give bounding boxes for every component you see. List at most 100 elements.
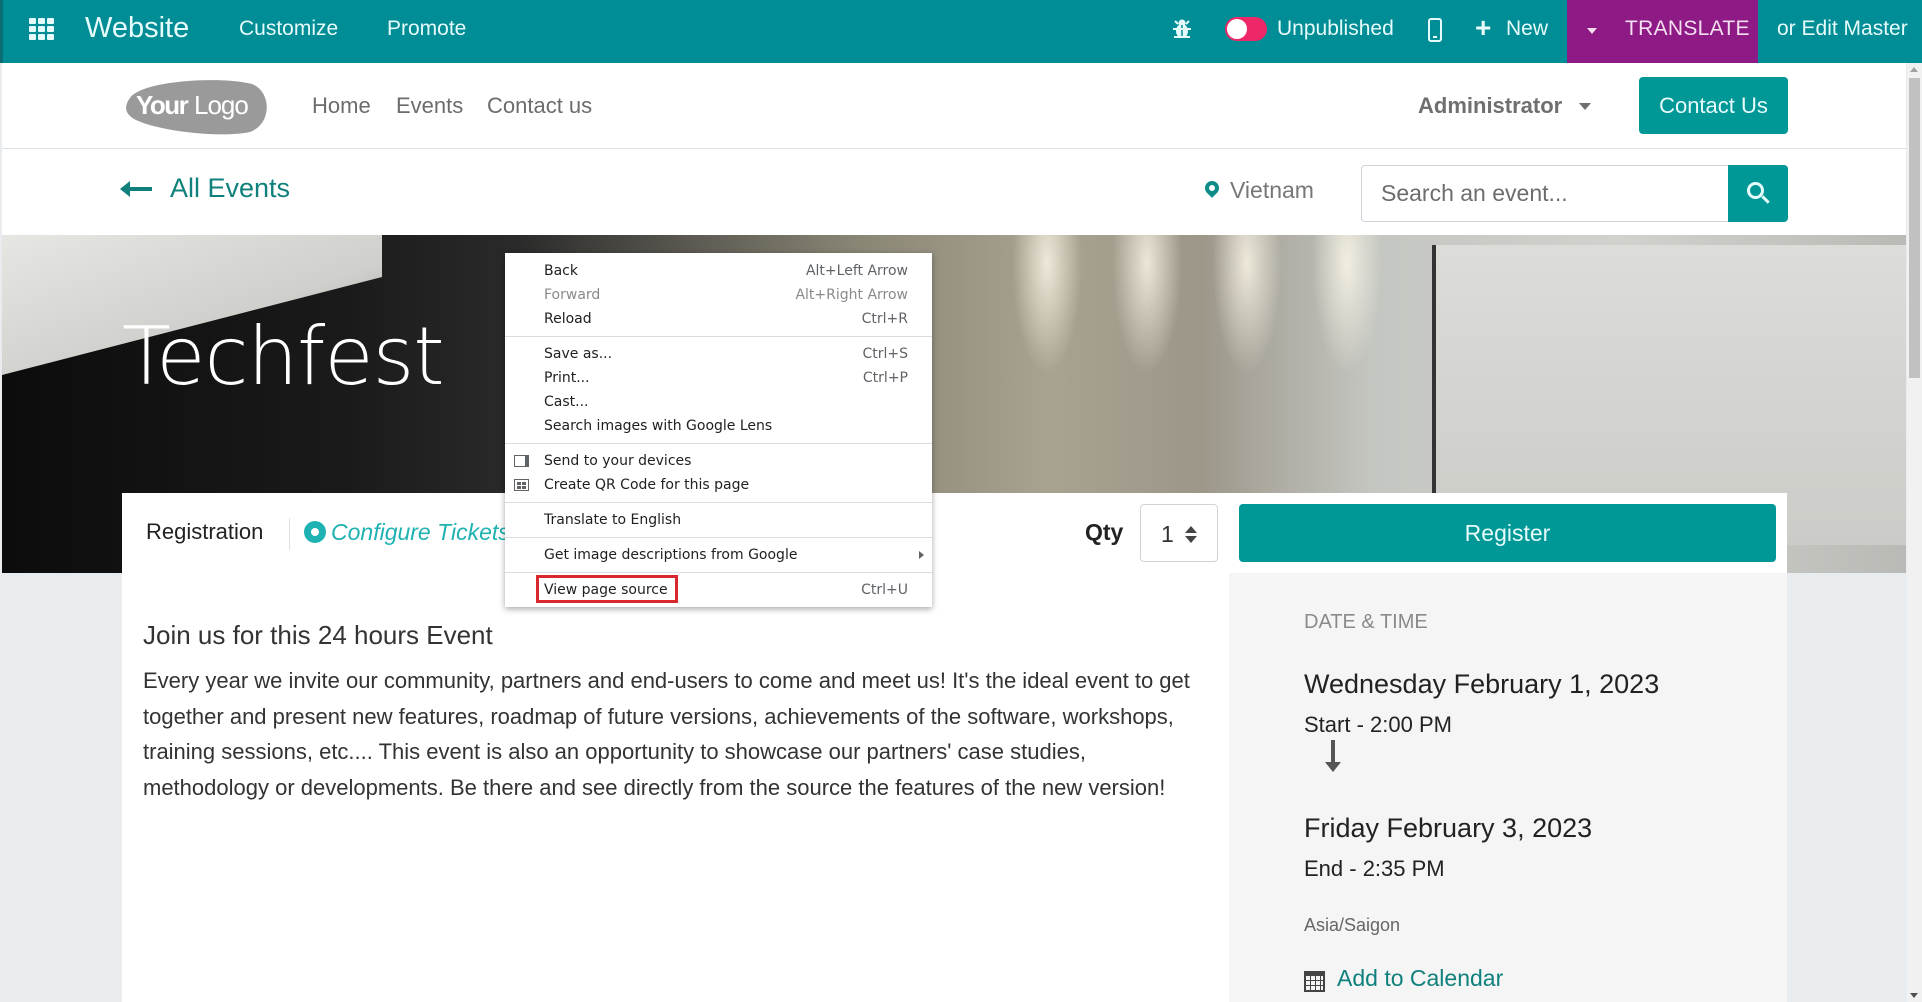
arrow-down-icon xyxy=(1325,740,1341,772)
register-button[interactable]: Register xyxy=(1239,504,1776,562)
all-events-link[interactable]: All Events xyxy=(170,173,290,204)
event-search-input[interactable] xyxy=(1361,165,1730,222)
menu-item-label: Forward xyxy=(544,287,601,303)
menu-item-label: Save as... xyxy=(544,346,613,362)
menu-item-label: Print... xyxy=(544,370,590,386)
edit-master-link[interactable]: or Edit Master xyxy=(1777,17,1908,41)
translate-dropdown-caret-icon[interactable] xyxy=(1587,28,1597,34)
scroll-down-arrow-icon[interactable] xyxy=(1910,993,1918,998)
menu-separator xyxy=(505,572,932,573)
debug-bug-icon[interactable] xyxy=(1171,17,1193,41)
end-time: End - 2:35 PM xyxy=(1304,856,1445,881)
menu-item-label: Translate to English xyxy=(544,512,682,528)
sort-up-icon xyxy=(1185,526,1197,533)
divider xyxy=(289,518,290,550)
menu-separator xyxy=(505,502,932,503)
menu-item-back[interactable]: Back Alt+Left Arrow xyxy=(505,259,932,283)
menu-item-create-qr-code[interactable]: Create QR Code for this page xyxy=(505,473,932,497)
registration-bar: Registration Configure Tickets Qty 1 Reg… xyxy=(122,493,1787,573)
configure-tickets-link[interactable]: Configure Tickets xyxy=(331,519,510,546)
publish-status-label[interactable]: Unpublished xyxy=(1277,17,1394,41)
quantity-value: 1 xyxy=(1161,521,1174,547)
cover-wall-light xyxy=(1212,235,1282,375)
contact-us-button[interactable]: Contact Us xyxy=(1639,77,1788,134)
cover-wall-light xyxy=(1012,235,1082,375)
user-menu[interactable]: Administrator xyxy=(1418,93,1562,119)
menu-promote[interactable]: Promote xyxy=(387,17,466,41)
site-logo[interactable]: Your Logo xyxy=(122,76,268,136)
apps-grid-icon[interactable] xyxy=(29,18,55,40)
description-text: Every year we invite our community, part… xyxy=(143,668,1190,800)
menu-item-view-page-source[interactable]: View page source Ctrl+U xyxy=(505,575,932,603)
publish-toggle[interactable] xyxy=(1225,17,1267,41)
user-menu-caret-icon[interactable] xyxy=(1579,103,1591,110)
menu-item-google-lens[interactable]: Search images with Google Lens xyxy=(505,414,932,438)
menu-item-image-descriptions[interactable]: Get image descriptions from Google xyxy=(505,543,932,567)
site-header: Your Logo Home Events Contact us Adminis… xyxy=(2,63,1906,149)
menu-separator xyxy=(505,336,932,337)
menu-item-shortcut: Ctrl+R xyxy=(861,311,908,327)
nav-home[interactable]: Home xyxy=(312,93,371,119)
event-title: Techfest xyxy=(122,310,445,403)
quantity-label: Qty xyxy=(1085,519,1124,545)
location-label[interactable]: Vietnam xyxy=(1230,177,1314,204)
page-scrollbar[interactable] xyxy=(1907,63,1922,1002)
add-to-calendar-link[interactable]: Add to Calendar xyxy=(1337,965,1503,992)
gear-icon[interactable] xyxy=(304,521,326,543)
quantity-select[interactable]: 1 xyxy=(1140,504,1218,562)
nav-contact-us[interactable]: Contact us xyxy=(487,93,592,119)
nav-events[interactable]: Events xyxy=(396,93,463,119)
menu-customize[interactable]: Customize xyxy=(239,17,338,41)
description-heading: Join us for this 24 hours Event xyxy=(143,620,493,650)
devices-icon xyxy=(514,455,529,467)
menu-item-label: Cast... xyxy=(544,394,589,410)
submenu-arrow-icon xyxy=(919,551,924,559)
menu-item-forward: Forward Alt+Right Arrow xyxy=(505,283,932,307)
date-time-heading: DATE & TIME xyxy=(1304,611,1428,633)
registration-label: Registration xyxy=(146,519,264,544)
cover-wall-light xyxy=(1312,235,1382,375)
menu-item-cast[interactable]: Cast... xyxy=(505,390,932,414)
menu-separator xyxy=(505,443,932,444)
menu-item-reload[interactable]: Reload Ctrl+R xyxy=(505,307,932,331)
map-pin-icon xyxy=(1202,178,1222,198)
menu-item-print[interactable]: Print... Ctrl+P xyxy=(505,366,932,390)
new-button[interactable]: New xyxy=(1506,17,1548,41)
menu-item-send-to-devices[interactable]: Send to your devices xyxy=(505,449,932,473)
plus-icon[interactable]: + xyxy=(1475,14,1491,42)
menu-item-label: Send to your devices xyxy=(544,453,692,469)
menu-item-shortcut: Ctrl+U xyxy=(861,582,908,598)
translate-button[interactable]: TRANSLATE xyxy=(1625,17,1750,41)
menu-item-label: Back xyxy=(544,263,578,279)
menu-item-translate[interactable]: Translate to English xyxy=(505,508,932,532)
search-icon-handle xyxy=(1761,195,1770,204)
menu-item-save-as[interactable]: Save as... Ctrl+S xyxy=(505,342,932,366)
menu-item-label: Search images with Google Lens xyxy=(544,418,773,434)
browser-context-menu: Back Alt+Left Arrow Forward Alt+Right Arro… xyxy=(505,253,932,607)
calendar-icon xyxy=(1304,971,1325,992)
scroll-up-arrow-icon[interactable] xyxy=(1910,67,1918,72)
sort-down-icon xyxy=(1185,536,1197,543)
events-subheader: All Events Vietnam xyxy=(2,149,1906,235)
menu-item-label: Get image descriptions from Google xyxy=(544,547,798,563)
mobile-preview-icon[interactable] xyxy=(1428,18,1442,42)
menu-item-label: Create QR Code for this page xyxy=(544,477,750,493)
end-date: Friday February 3, 2023 xyxy=(1304,813,1593,843)
search-button[interactable] xyxy=(1728,165,1788,222)
menu-item-shortcut: Ctrl+S xyxy=(862,346,908,362)
event-description-panel: Join us for this 24 hours Event Every ye… xyxy=(122,573,1229,1002)
menu-item-shortcut: Alt+Left Arrow xyxy=(805,263,908,279)
back-arrow-icon[interactable] xyxy=(120,181,152,197)
menu-item-label: View page source xyxy=(544,582,668,598)
menu-separator xyxy=(505,537,932,538)
scrollbar-thumb[interactable] xyxy=(1909,78,1920,378)
app-name[interactable]: Website xyxy=(85,12,189,45)
menu-item-shortcut: Alt+Right Arrow xyxy=(795,287,908,303)
menu-item-shortcut: Ctrl+P xyxy=(862,370,908,386)
date-time-sidebar: DATE & TIME Wednesday February 1, 2023 S… xyxy=(1229,573,1787,1002)
timezone: Asia/Saigon xyxy=(1304,915,1401,935)
start-time: Start - 2:00 PM xyxy=(1304,712,1452,737)
svg-text:Logo: Logo xyxy=(194,90,248,120)
cover-wall-light xyxy=(1112,235,1182,375)
menu-item-label: Reload xyxy=(544,311,592,327)
